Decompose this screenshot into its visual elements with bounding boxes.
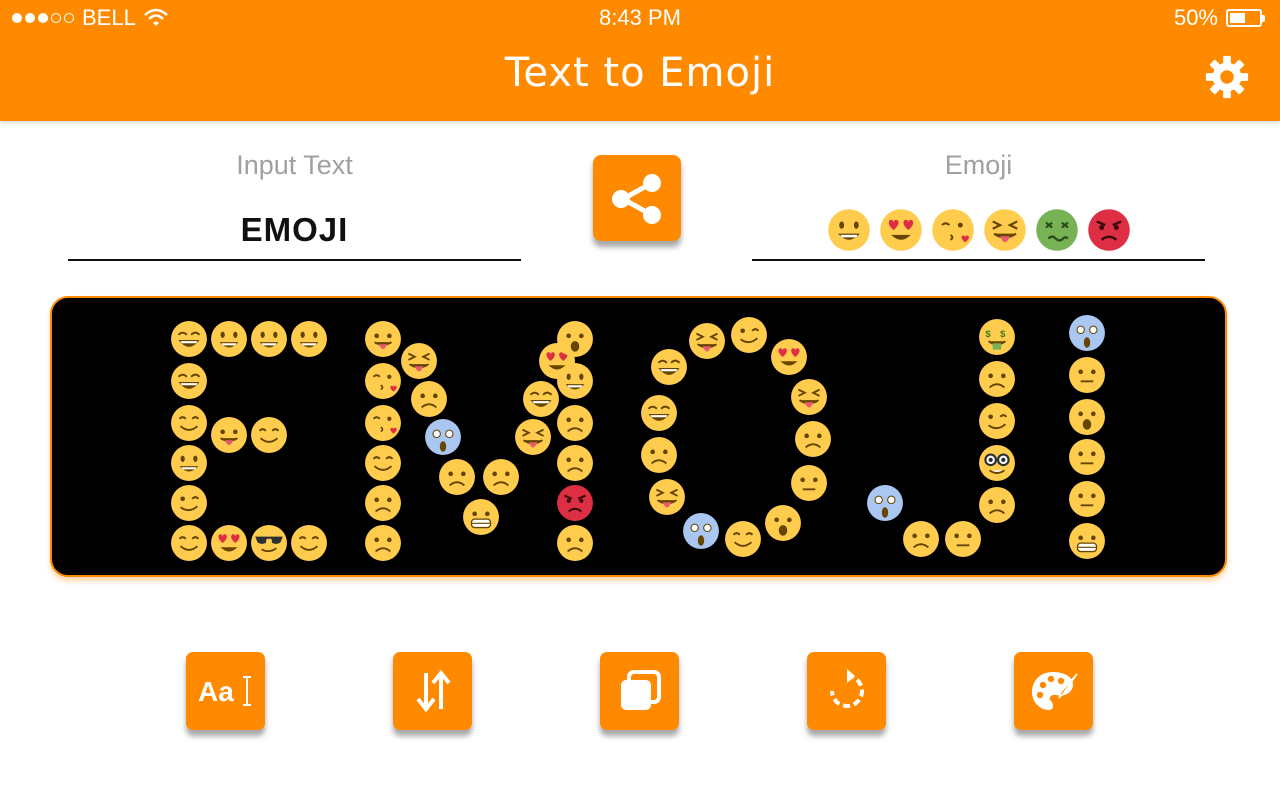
emoji-art-face: [170, 484, 208, 527]
status-right: 50%: [1173, 5, 1265, 31]
emoji-art-face: [730, 316, 768, 359]
emoji-art-face: $ $: [978, 318, 1016, 361]
font-style-button[interactable]: Aa: [186, 652, 265, 730]
emoji-art-face: [364, 524, 402, 567]
emoji-art-face: [170, 362, 208, 405]
emoji-art-face: [170, 320, 208, 363]
status-time: 8:43 PM: [599, 5, 681, 30]
svg-text:$: $: [1000, 329, 1006, 340]
emoji-art-face: [688, 322, 726, 365]
reset-button[interactable]: [807, 652, 886, 730]
emoji-art-face: [1068, 314, 1106, 357]
emoji-art-face: [364, 444, 402, 487]
emoji-art-face: [514, 418, 552, 461]
emoji-art-face: [682, 512, 720, 555]
emoji-art-canvas: $ $: [50, 296, 1227, 577]
rotate-icon: [829, 669, 864, 708]
emoji-art-face: [556, 524, 594, 567]
emoji-art-face: [424, 418, 462, 461]
sort-arrows-icon: [415, 669, 451, 713]
emoji-art-face: [170, 444, 208, 487]
emoji-label: Emoji: [944, 150, 1013, 180]
emoji-nauseated: [1035, 208, 1079, 259]
battery-icon: [1226, 9, 1265, 27]
emoji-squinting-tongue: [983, 208, 1027, 259]
emoji-art-face: [250, 524, 288, 567]
emoji-art-face: [250, 416, 288, 459]
emoji-art-face: [790, 464, 828, 507]
emoji-art-face: [556, 404, 594, 447]
emoji-art-face: [724, 520, 762, 563]
svg-text:$: $: [985, 329, 991, 340]
copy-icon: [620, 670, 661, 710]
emoji-art-face: [1068, 480, 1106, 523]
emoji-art-face: [764, 504, 802, 547]
emoji-art-face: [400, 342, 438, 385]
share-button[interactable]: [593, 155, 681, 241]
emoji-art-face: [650, 348, 688, 391]
emoji-field[interactable]: [752, 205, 1205, 261]
emoji-art-face: [210, 524, 248, 567]
svg-text:Aa: Aa: [198, 676, 234, 707]
emoji-art-face: [364, 484, 402, 527]
emoji-art-face: [170, 404, 208, 447]
emoji-art-face: [648, 478, 686, 521]
emoji-art-face: [1068, 356, 1106, 399]
emoji-art-face: [290, 320, 328, 363]
emoji-art-face: [770, 338, 808, 381]
emoji-art-face: [170, 524, 208, 567]
emoji-heart-eyes: [879, 208, 923, 259]
emoji-art-face: [866, 484, 904, 527]
emoji-art-face: [1068, 522, 1106, 565]
emoji-art-face: [640, 394, 678, 437]
emoji-art-face: [978, 444, 1016, 487]
emoji-kissing-heart: [931, 208, 975, 259]
emoji-art-face: [556, 320, 594, 363]
gear-icon[interactable]: [1204, 54, 1250, 100]
emoji-pouting: [1087, 208, 1131, 259]
nav-bar: Text to Emoji: [0, 34, 1280, 121]
emoji-art-face: [438, 458, 476, 501]
emoji-art-face: [410, 380, 448, 423]
copy-button[interactable]: [600, 652, 679, 730]
emoji-art-face: [978, 402, 1016, 445]
status-bar: BELL 8:43 PM 50%: [0, 0, 1280, 34]
input-text-field[interactable]: EMOJI: [68, 205, 521, 261]
emoji-art-face: [462, 498, 500, 541]
emoji-art-face: [522, 380, 560, 423]
palette-icon: [1031, 672, 1078, 710]
emoji-art-face: [556, 362, 594, 405]
palette-button[interactable]: [1014, 652, 1093, 730]
emoji-art-face: [364, 320, 402, 363]
emoji-art-face: [902, 520, 940, 563]
emoji-art-face: [250, 320, 288, 363]
share-icon: [612, 174, 661, 224]
text-format-icon: Aa: [198, 676, 251, 707]
emoji-art-face: [556, 444, 594, 487]
emoji-art-face: [482, 458, 520, 501]
emoji-art-face: [794, 420, 832, 463]
emoji-art-face: [944, 520, 982, 563]
emoji-art-face: [790, 378, 828, 421]
emoji-art-face: [1068, 398, 1106, 441]
emoji-grinning: [827, 208, 871, 259]
input-text-label: Input Text: [236, 150, 353, 180]
emoji-art-face: [978, 360, 1016, 403]
emoji-art-face: [290, 524, 328, 567]
emoji-art-face: [556, 484, 594, 527]
emoji-art-face: [1068, 438, 1106, 481]
emoji-art-face: [364, 404, 402, 447]
page-title: Text to Emoji: [504, 50, 776, 96]
battery-percent: 50%: [1173, 5, 1218, 30]
emoji-art-face: [210, 320, 248, 363]
sort-button[interactable]: [393, 652, 472, 730]
emoji-art-face: [210, 416, 248, 459]
emoji-art-face: [640, 436, 678, 479]
emoji-art-face: [978, 486, 1016, 529]
emoji-art-face: [364, 362, 402, 405]
